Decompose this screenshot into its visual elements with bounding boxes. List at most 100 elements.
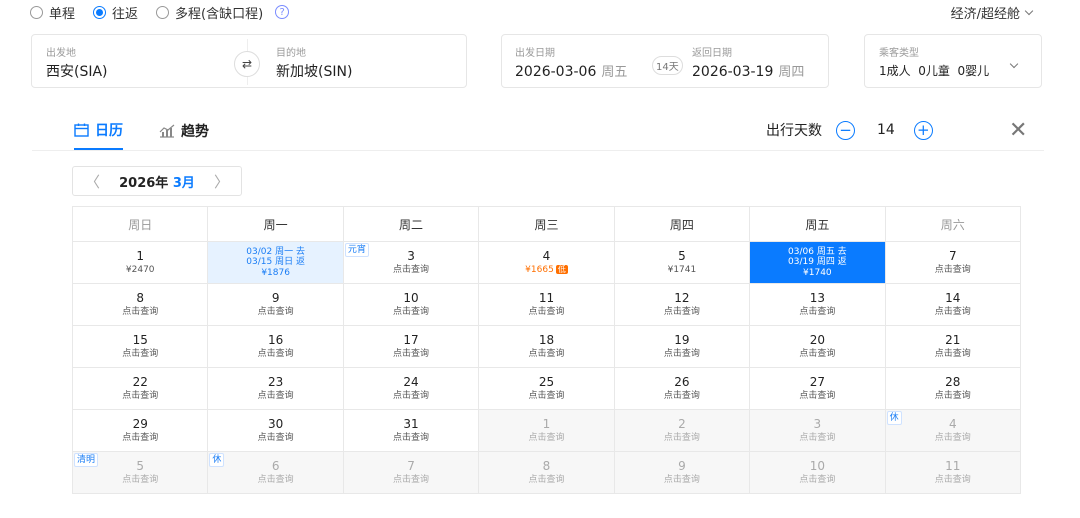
calendar-cell[interactable]: 7 点击查询 [885, 242, 1021, 284]
calendar-cell[interactable]: 27 点击查询 [750, 368, 886, 410]
calendar-cell[interactable]: 8 点击查询 [479, 452, 615, 494]
calendar-cell[interactable]: 29 点击查询 [73, 410, 209, 452]
calendar-cell[interactable]: 26 点击查询 [614, 368, 751, 410]
weekday-label: 周五 [750, 207, 886, 242]
calendar-cell[interactable]: 清明 5 点击查询 [73, 452, 209, 494]
calendar-cell[interactable]: 休 6 点击查询 [208, 452, 344, 494]
calendar-cell[interactable]: 15 点击查询 [73, 326, 209, 368]
cell-day: 5 [678, 248, 686, 263]
decrease-days-button[interactable]: − [836, 120, 855, 140]
calendar-cell-suggested[interactable]: 03/02 周一 去 03/15 周日 返 ¥1876 [208, 242, 344, 284]
calendar-cell[interactable]: 休 4 点击查询 [885, 410, 1021, 452]
cabin-label: 经济/超经舱 [950, 7, 1020, 22]
return-date-value: 2026-03-19 周四 [692, 64, 805, 80]
weekday-label: 周三 [479, 207, 615, 242]
cell-day: 24 [403, 374, 419, 389]
trip-type-oneway[interactable]: 单程 [30, 3, 75, 22]
tab-trend[interactable]: 趋势 [159, 120, 209, 150]
prev-month-button[interactable]: 〈 [85, 171, 100, 192]
cell-day: 10 [403, 290, 419, 305]
calendar-cell[interactable]: 7 点击查询 [343, 452, 480, 494]
calendar-cell[interactable]: 22 点击查询 [73, 368, 209, 410]
calendar-cell[interactable]: 21 点击查询 [885, 326, 1021, 368]
close-icon[interactable]: ✕ [1009, 120, 1027, 142]
calendar-cell[interactable]: 9 点击查询 [614, 452, 751, 494]
trip-type-multicity[interactable]: 多程(含缺口程) ? [156, 3, 290, 22]
cell-day: 4 [542, 248, 551, 263]
calendar-cell[interactable]: 3 点击查询 [750, 410, 886, 452]
cell-day: 19 [674, 332, 690, 347]
origin-field[interactable]: 出发地 西安(SIA) [32, 35, 232, 87]
cell-day: 17 [403, 332, 419, 347]
price-calendar: 周日 周一 周二 周三 周四 周五 周六 1 ¥2470 03/02 周一 去 03/15 周日 … [72, 206, 1021, 494]
calendar-cell[interactable]: 18 点击查询 [479, 326, 615, 368]
cell-day: 11 [945, 458, 961, 473]
cell-query-link: 点击查询 [799, 306, 836, 317]
next-month-button[interactable]: 〉 [214, 171, 229, 192]
calendar-cell[interactable]: 4 ¥1665 低 [479, 242, 615, 284]
calendar-cell[interactable]: 10 点击查询 [343, 284, 480, 326]
calendar-cell[interactable]: 1 点击查询 [479, 410, 615, 452]
cell-day: 29 [132, 416, 148, 431]
cell-trip-info: 03/19 周四 返 [788, 257, 847, 268]
calendar-cell[interactable]: 28 点击查询 [885, 368, 1021, 410]
calendar-cell[interactable]: 11 点击查询 [479, 284, 615, 326]
cell-query-link: 点击查询 [122, 348, 159, 359]
cell-day: 5 [136, 458, 145, 473]
calendar-cell[interactable]: 30 点击查询 [208, 410, 344, 452]
cell-query-link: 点击查询 [528, 474, 565, 485]
calendar-cell[interactable]: 2 点击查询 [614, 410, 751, 452]
calendar-cell[interactable]: 17 点击查询 [343, 326, 480, 368]
calendar-cell-selected[interactable]: 03/06 周五 去 03/19 周四 返 ¥1740 [750, 242, 886, 284]
radio-selected-icon [93, 5, 107, 19]
calendar-cell[interactable]: 16 点击查询 [208, 326, 344, 368]
calendar-cell[interactable]: 20 点击查询 [750, 326, 886, 368]
calendar-cell[interactable]: 19 点击查询 [614, 326, 751, 368]
calendar-cell[interactable]: 31 点击查询 [343, 410, 480, 452]
calendar-cell[interactable]: 1 ¥2470 [73, 242, 209, 284]
depart-date-field[interactable]: 出发日期 2026-03-06 周五 [502, 35, 652, 87]
calendar-cell[interactable]: 25 点击查询 [479, 368, 615, 410]
calendar-cell[interactable]: 10 点击查询 [750, 452, 886, 494]
help-icon[interactable]: ? [275, 5, 290, 19]
calendar-cell[interactable]: 8 点击查询 [73, 284, 209, 326]
cell-day: 8 [136, 290, 145, 305]
trip-type-group: 单程 往返 多程(含缺口程) ? [30, 2, 290, 22]
destination-value: 新加坡(SIN) [276, 64, 353, 80]
cell-query-link: 点击查询 [122, 306, 159, 317]
calendar-cell[interactable]: 12 点击查询 [614, 284, 751, 326]
trip-type-roundtrip[interactable]: 往返 [93, 3, 138, 22]
cell-query-link: 点击查询 [934, 264, 971, 275]
calendar-cell[interactable]: 5 ¥1741 [614, 242, 751, 284]
calendar-cell[interactable]: 24 点击查询 [343, 368, 480, 410]
cell-query-link: 点击查询 [663, 474, 700, 485]
calendar-cell[interactable]: 14 点击查询 [885, 284, 1021, 326]
tab-label: 趋势 [181, 124, 209, 140]
depart-date-value: 2026-03-06 周五 [515, 64, 628, 80]
month-navigator: 〈 2026年 3月 〉 [72, 166, 242, 196]
view-tabs: 日历 趋势 [74, 120, 209, 150]
cell-day: 10 [809, 458, 825, 473]
swap-cities-button[interactable]: ⇄ [234, 51, 260, 77]
trip-days-tag: 14天 [652, 56, 683, 75]
tab-calendar[interactable]: 日历 [74, 120, 123, 150]
cell-day: 7 [948, 248, 957, 263]
cell-price: ¥2470 [125, 264, 155, 275]
calendar-cell[interactable]: 11 点击查询 [885, 452, 1021, 494]
cell-day: 18 [538, 332, 555, 347]
calendar-cell[interactable]: 13 点击查询 [750, 284, 886, 326]
passenger-select[interactable]: 乘客类型 1成人 0儿童 0婴儿 [864, 34, 1042, 88]
calendar-cell[interactable]: 9 点击查询 [208, 284, 344, 326]
calendar-cell[interactable]: 元宵 3 点击查询 [343, 242, 480, 284]
cell-query-link: 点击查询 [257, 432, 294, 443]
increase-days-button[interactable]: + [913, 120, 933, 140]
holiday-tag: 清明 [74, 453, 99, 467]
cell-query-link: 点击查询 [393, 432, 430, 443]
destination-field[interactable]: 目的地 新加坡(SIN) [264, 35, 464, 87]
trip-type-label: 单程 [49, 6, 76, 22]
calendar-cell[interactable]: 23 点击查询 [208, 368, 344, 410]
cell-day: 3 [407, 248, 415, 263]
return-date-field[interactable]: 返回日期 2026-03-19 周四 [680, 35, 828, 87]
cabin-select[interactable]: 经济/超经舱 [950, 3, 1034, 22]
cell-day: 8 [542, 458, 551, 473]
